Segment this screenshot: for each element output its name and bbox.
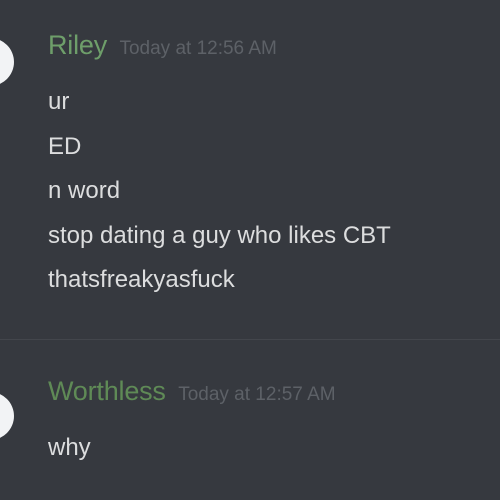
message-text: ur	[48, 88, 70, 115]
username[interactable]: Worthless	[48, 376, 166, 406]
message-header: Worthless Today at 12:57 AM	[48, 376, 336, 407]
timestamp: Today at 12:56 AM	[119, 38, 277, 59]
message-text: stop dating a guy who likes CBT	[48, 221, 391, 249]
message-text: n word	[48, 177, 121, 204]
message-text: thatsfreakyasfuck	[48, 266, 235, 293]
timestamp: Today at 12:57 AM	[178, 384, 336, 405]
chat-messages-pane: Riley Today at 12:56 AM ur ED n word sto…	[0, 0, 500, 500]
message-divider	[0, 339, 500, 340]
username[interactable]: Riley	[48, 30, 107, 60]
message-text: why	[48, 434, 91, 461]
message-lines: why	[48, 430, 91, 475]
avatar[interactable]	[0, 38, 14, 86]
message-lines: ur ED n word stop dating a guy who likes…	[48, 84, 391, 307]
message-text: ED	[48, 132, 82, 160]
message-header: Riley Today at 12:56 AM	[48, 30, 277, 61]
avatar[interactable]	[0, 392, 14, 440]
